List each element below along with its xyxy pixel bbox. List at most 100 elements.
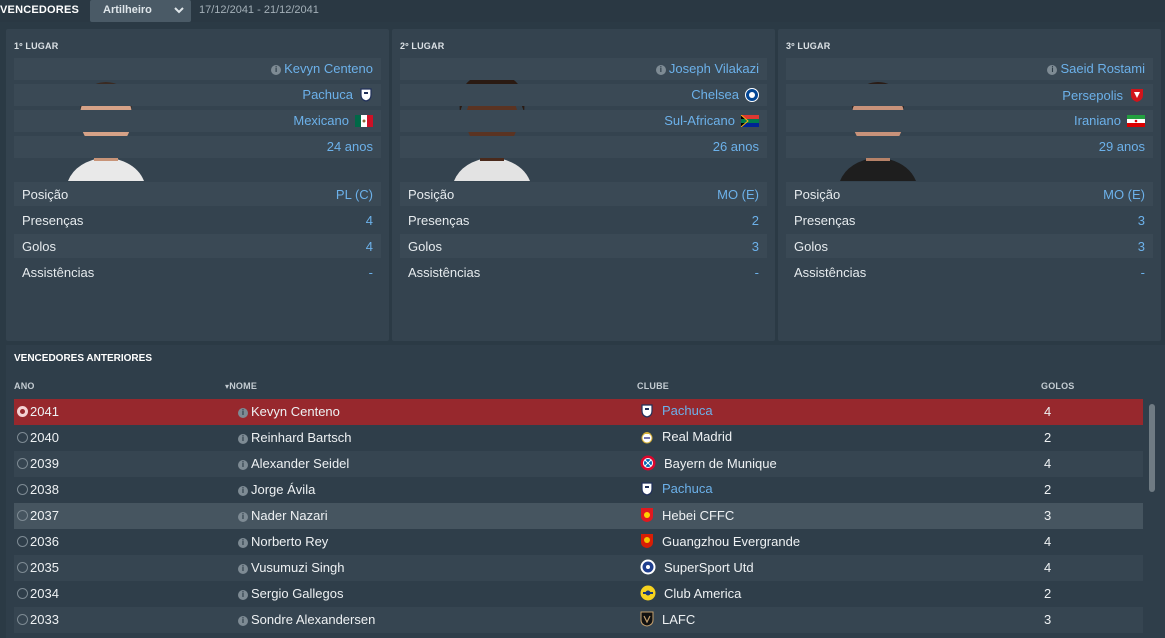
- column-header-year[interactable]: ANO: [14, 381, 35, 391]
- row-select-radio[interactable]: [17, 510, 28, 521]
- info-icon: i: [238, 538, 248, 548]
- stat-row-position: Posição MO (E): [786, 182, 1153, 206]
- nationality-row[interactable]: Sul-Africano: [400, 110, 767, 132]
- player-name-row[interactable]: i Kevyn Centeno: [14, 58, 381, 80]
- player-name[interactable]: Saeid Rostami: [1060, 61, 1145, 76]
- player-name-row[interactable]: i Saeid Rostami: [786, 58, 1153, 80]
- stat-label: Posição: [408, 187, 455, 202]
- club-cell[interactable]: Hebei CFFC: [640, 507, 734, 523]
- podium-second: 2º LUGAR i Joseph Vilakazi Chelsea Sul-Af…: [392, 29, 775, 341]
- club-row[interactable]: Chelsea: [400, 84, 767, 106]
- name-cell[interactable]: i Norberto Rey: [238, 534, 328, 549]
- stat-label: Assistências: [22, 265, 95, 280]
- club-cell[interactable]: Bayern de Munique: [640, 455, 777, 471]
- name-cell[interactable]: i Nader Nazari: [238, 508, 328, 523]
- nationality-row[interactable]: Mexicano: [14, 110, 381, 132]
- row-select-radio[interactable]: [17, 484, 28, 495]
- persepolis-badge-icon: [1131, 89, 1143, 102]
- row-select-radio[interactable]: [17, 458, 28, 469]
- real-madrid-badge-icon: [641, 431, 653, 443]
- club-cell[interactable]: Pachuca: [640, 481, 713, 496]
- place-label: 2º LUGAR: [400, 41, 445, 51]
- year-cell: 2035: [30, 560, 59, 575]
- mexico-flag-icon: [355, 114, 373, 127]
- table-row[interactable]: 2038 i Jorge Ávila Pachuca 2: [14, 477, 1143, 503]
- row-select-radio[interactable]: [17, 614, 28, 625]
- club-name[interactable]: Chelsea: [691, 87, 739, 102]
- supersport-badge-icon: [640, 559, 656, 575]
- club-row[interactable]: Persepolis: [786, 84, 1153, 106]
- club-cell[interactable]: Club America: [640, 585, 741, 601]
- goals-cell: 2: [1044, 482, 1052, 497]
- table-row[interactable]: 2037 i Nader Nazari Hebei CFFC 3: [14, 503, 1143, 529]
- stat-row-assists: Assistências -: [14, 260, 381, 284]
- stat-value: MO (E): [717, 187, 759, 202]
- name-cell[interactable]: i Jorge Ávila: [238, 482, 315, 497]
- name-cell[interactable]: i Sondre Alexandersen: [238, 612, 375, 627]
- name-cell[interactable]: i Alexander Seidel: [238, 456, 349, 471]
- name-cell[interactable]: i Kevyn Centeno: [238, 404, 340, 419]
- stat-value: -: [754, 265, 759, 280]
- info-icon: i: [238, 408, 248, 418]
- club-cell[interactable]: Pachuca: [640, 403, 713, 418]
- name-cell[interactable]: i Vusumuzi Singh: [238, 560, 344, 575]
- info-icon: i: [1047, 65, 1058, 75]
- club-cell[interactable]: SuperSport Utd: [640, 559, 754, 575]
- stat-label: Presenças: [794, 213, 856, 228]
- table-row[interactable]: 2041 i Kevyn Centeno Pachuca 4: [14, 399, 1143, 425]
- name-cell[interactable]: i Sergio Gallegos: [238, 586, 344, 601]
- player-name[interactable]: Kevyn Centeno: [284, 61, 373, 76]
- top-bar: VENCEDORES Artilheiro 17/12/2041 - 21/12…: [0, 0, 1165, 22]
- info-icon: i: [238, 564, 248, 574]
- info-icon: i: [238, 512, 248, 522]
- row-select-radio[interactable]: [17, 406, 28, 417]
- previous-winners-panel: VENCEDORES ANTERIORES ANO ▾NOME CLUBE GO…: [6, 345, 1165, 638]
- stat-row-appearances: Presenças 4: [14, 208, 381, 232]
- club-cell[interactable]: Guangzhou Evergrande: [640, 533, 800, 549]
- column-header-club[interactable]: CLUBE: [637, 381, 669, 391]
- club-cell[interactable]: LAFC: [640, 611, 695, 627]
- table-row[interactable]: 2033 i Sondre Alexandersen LAFC 3: [14, 607, 1143, 633]
- stat-label: Golos: [408, 239, 442, 254]
- hebei-badge-icon: [641, 508, 653, 522]
- stat-label: Presenças: [22, 213, 84, 228]
- nationality[interactable]: Sul-Africano: [664, 113, 735, 128]
- table-scrollbar[interactable]: [1149, 404, 1155, 492]
- stat-value: PL (C): [335, 187, 373, 202]
- chevron-down-icon: [174, 7, 184, 14]
- row-select-radio[interactable]: [17, 536, 28, 547]
- stat-row-position: Posição PL (C): [14, 182, 381, 206]
- name-cell[interactable]: i Reinhard Bartsch: [238, 430, 351, 445]
- stat-row-goals: Golos 4: [14, 234, 381, 258]
- table-row[interactable]: 2039 i Alexander Seidel Bayern de Munique…: [14, 451, 1143, 477]
- stat-label: Golos: [794, 239, 828, 254]
- club-name[interactable]: Persepolis: [1062, 88, 1123, 103]
- table-row[interactable]: 2035 i Vusumuzi Singh SuperSport Utd 4: [14, 555, 1143, 581]
- stat-value: 3: [1137, 239, 1145, 254]
- stat-label: Posição: [22, 187, 69, 202]
- club-cell[interactable]: Real Madrid: [640, 429, 732, 444]
- nationality[interactable]: Mexicano: [293, 113, 349, 128]
- table-row[interactable]: 2036 i Norberto Rey Guangzhou Evergrande …: [14, 529, 1143, 555]
- club-row[interactable]: Pachuca: [14, 84, 381, 106]
- column-header-goals[interactable]: GOLOS: [1041, 381, 1075, 391]
- player-name[interactable]: Joseph Vilakazi: [669, 61, 759, 76]
- info-icon: i: [238, 616, 248, 626]
- stat-label: Golos: [22, 239, 56, 254]
- table-row[interactable]: 2040 i Reinhard Bartsch Real Madrid 2: [14, 425, 1143, 451]
- nationality[interactable]: Iraniano: [1074, 113, 1121, 128]
- stat-value: 4: [365, 213, 373, 228]
- column-header-name[interactable]: ▾NOME: [225, 381, 257, 391]
- stat-label: Assistências: [794, 265, 867, 280]
- club-name[interactable]: Pachuca: [302, 87, 353, 102]
- row-select-radio[interactable]: [17, 588, 28, 599]
- row-select-radio[interactable]: [17, 562, 28, 573]
- nationality-row[interactable]: Iraniano: [786, 110, 1153, 132]
- south-africa-flag-icon: [741, 114, 759, 127]
- stat-value: 3: [751, 239, 759, 254]
- table-row[interactable]: 2034 i Sergio Gallegos Club America 2: [14, 581, 1143, 607]
- award-type-dropdown[interactable]: Artilheiro: [90, 0, 191, 22]
- row-select-radio[interactable]: [17, 432, 28, 443]
- club-america-badge-icon: [640, 585, 656, 601]
- player-name-row[interactable]: i Joseph Vilakazi: [400, 58, 767, 80]
